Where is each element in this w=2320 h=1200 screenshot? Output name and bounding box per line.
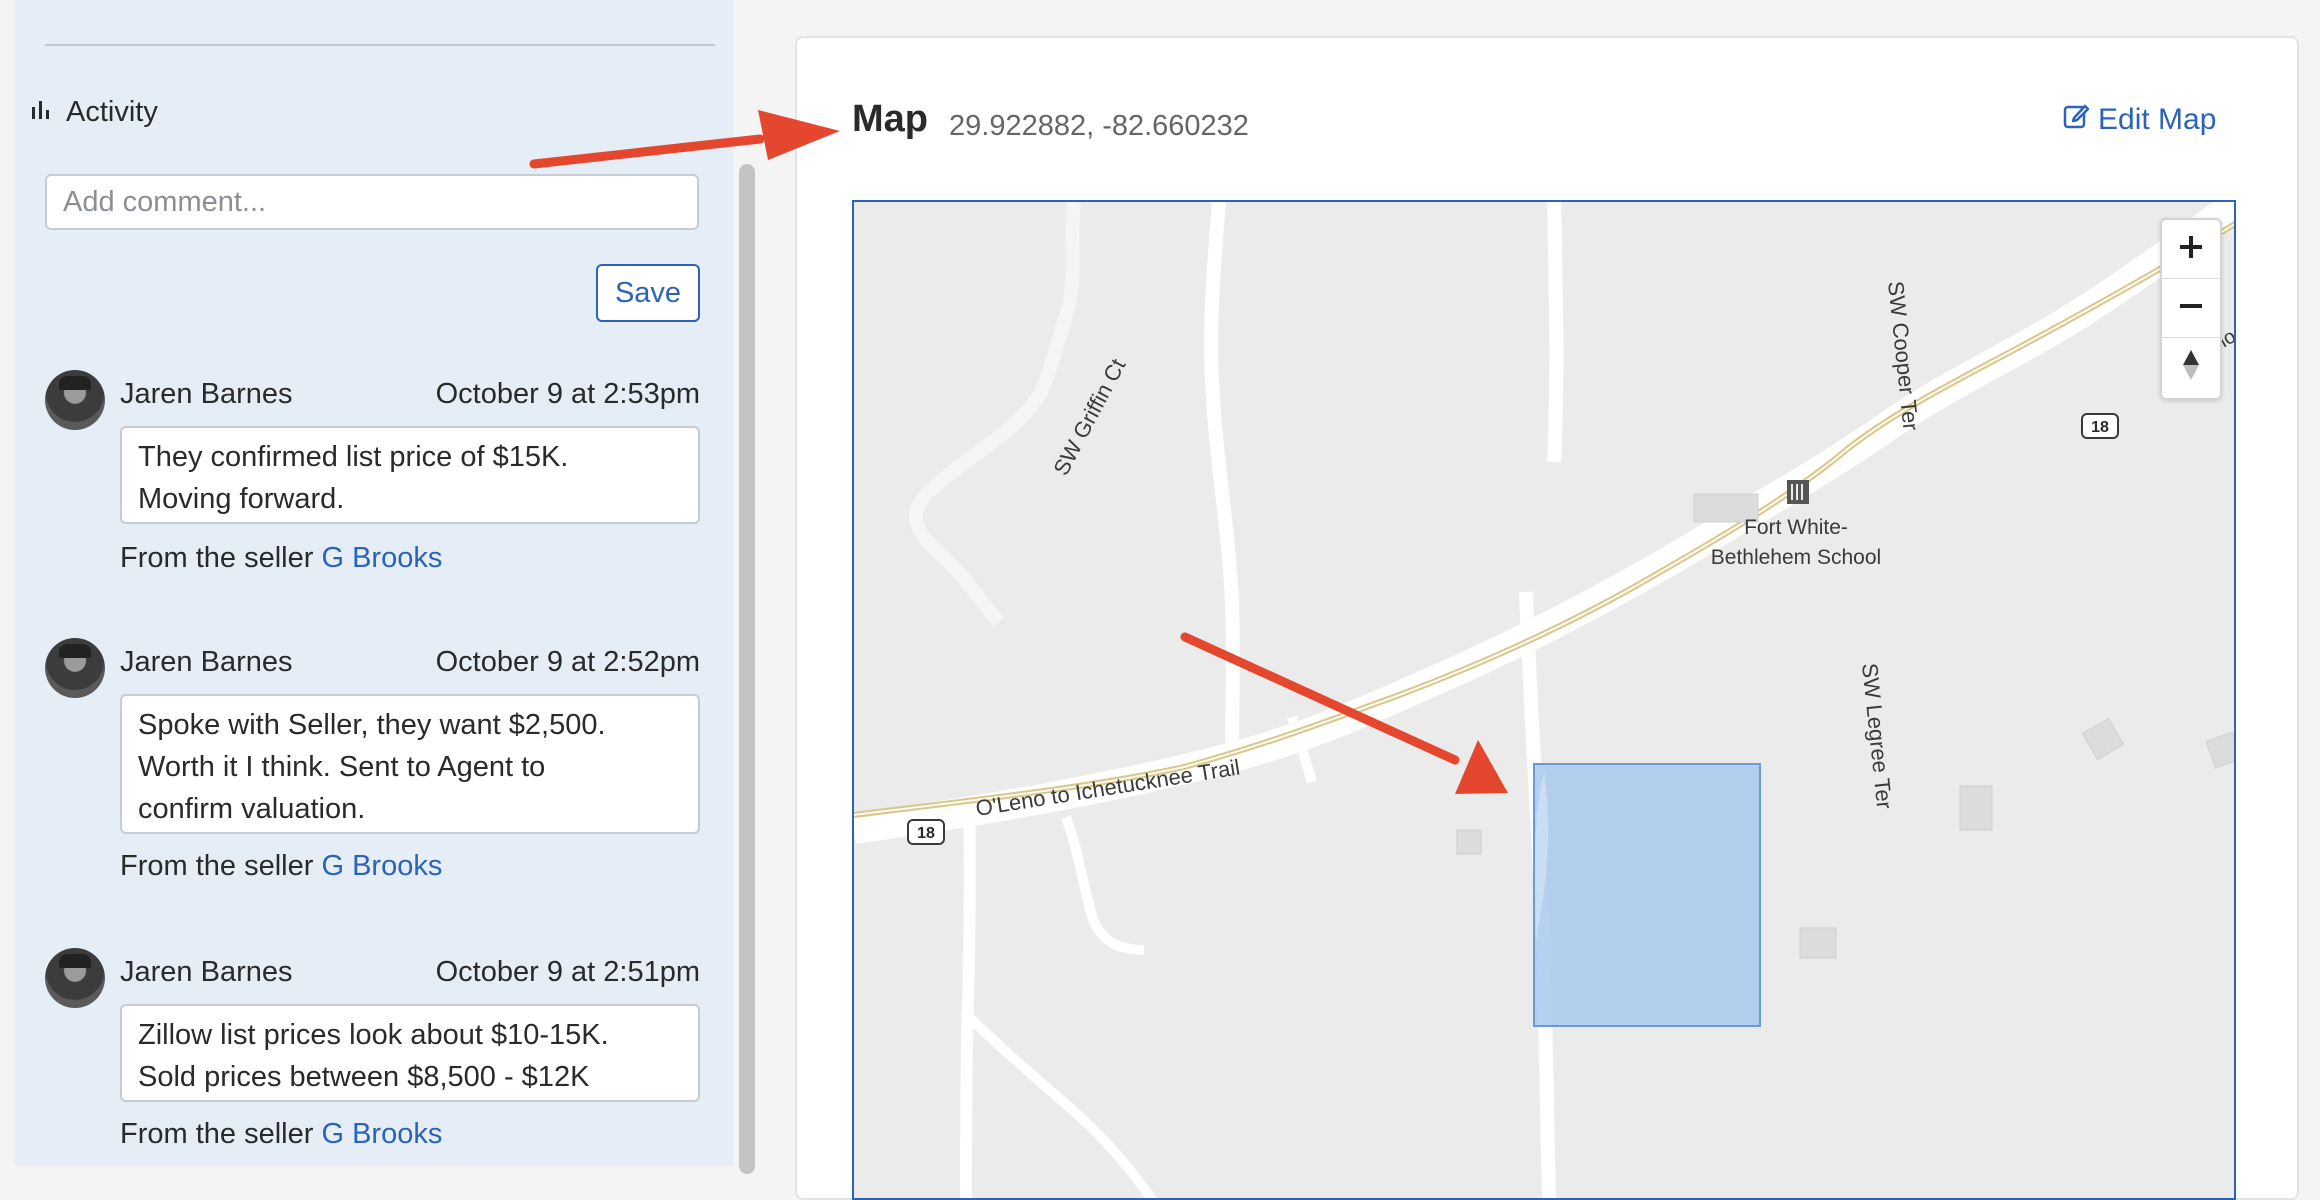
avatar — [45, 370, 105, 430]
scrollbar-thumb[interactable] — [739, 164, 755, 1174]
activity-title: Activity — [66, 95, 158, 128]
comment-body: They confirmed list price of $15K. Movin… — [120, 426, 700, 524]
edit-map-button[interactable]: Edit Map — [2062, 102, 2216, 138]
comment-input[interactable] — [45, 174, 699, 230]
school-icon — [1787, 480, 1809, 504]
save-button[interactable]: Save — [596, 264, 700, 322]
divider — [45, 44, 715, 46]
comment-time: October 9 at 2:51pm — [435, 956, 700, 988]
building — [1456, 829, 1482, 855]
compass-icon — [2178, 348, 2204, 387]
route-shield: 18 — [2081, 413, 2119, 439]
seller-link[interactable]: G Brooks — [321, 1118, 442, 1150]
seller-link[interactable]: G Brooks — [321, 542, 442, 574]
comment-author: Jaren Barnes — [120, 646, 293, 678]
route-label: 18 — [2091, 419, 2109, 436]
activity-panel: Activity Save Jaren Barnes October 9 at … — [15, 0, 733, 1166]
zoom-out-button[interactable] — [2162, 279, 2220, 338]
road-cooper — [1547, 202, 1564, 463]
map-view[interactable]: SW Griffin Ct SW Cooper Ter SW Legree Te… — [852, 200, 2236, 1200]
map-zoom-controls — [2160, 218, 2222, 400]
map-canvas[interactable]: SW Griffin Ct SW Cooper Ter SW Legree Te… — [854, 202, 2236, 1200]
comment-body: Spoke with Seller, they want $2,500. Wor… — [120, 694, 700, 834]
comment-source: From the seller G Brooks — [120, 850, 442, 883]
activity-icon — [30, 99, 52, 126]
comment-time: October 9 at 2:53pm — [435, 378, 700, 410]
route-shield: 18 — [907, 819, 945, 845]
route-label: 18 — [917, 825, 935, 842]
road-west — [960, 801, 976, 1198]
comment-source: From the seller G Brooks — [120, 1118, 442, 1151]
map-title: Map — [852, 98, 928, 140]
comment-author: Jaren Barnes — [120, 378, 293, 410]
building — [1959, 785, 1993, 831]
seller-link[interactable]: G Brooks — [321, 850, 442, 882]
edit-map-label: Edit Map — [2098, 103, 2217, 136]
source-prefix: From the seller — [120, 1118, 314, 1150]
parcel-highlight[interactable] — [1533, 763, 1761, 1027]
comment-body: Zillow list prices look about $10-15K. S… — [120, 1004, 700, 1102]
source-prefix: From the seller — [120, 542, 314, 574]
map-coordinates: 29.922882, -82.660232 — [949, 110, 1249, 142]
comment-author: Jaren Barnes — [120, 956, 293, 988]
avatar — [45, 638, 105, 698]
building — [1799, 927, 1837, 959]
minus-icon — [2178, 293, 2204, 324]
label-school-1: Fort White- — [1744, 516, 1848, 539]
edit-icon — [2062, 102, 2090, 138]
source-prefix: From the seller — [120, 850, 314, 882]
zoom-in-button[interactable] — [2162, 220, 2220, 279]
comment-time: October 9 at 2:52pm — [435, 646, 700, 678]
avatar — [45, 948, 105, 1008]
comment-source: From the seller G Brooks — [120, 542, 442, 575]
label-school-2: Bethlehem School — [1711, 546, 1881, 569]
plus-icon — [2178, 234, 2204, 265]
activity-header: Activity — [30, 92, 158, 132]
reset-north-button[interactable] — [2162, 338, 2220, 396]
